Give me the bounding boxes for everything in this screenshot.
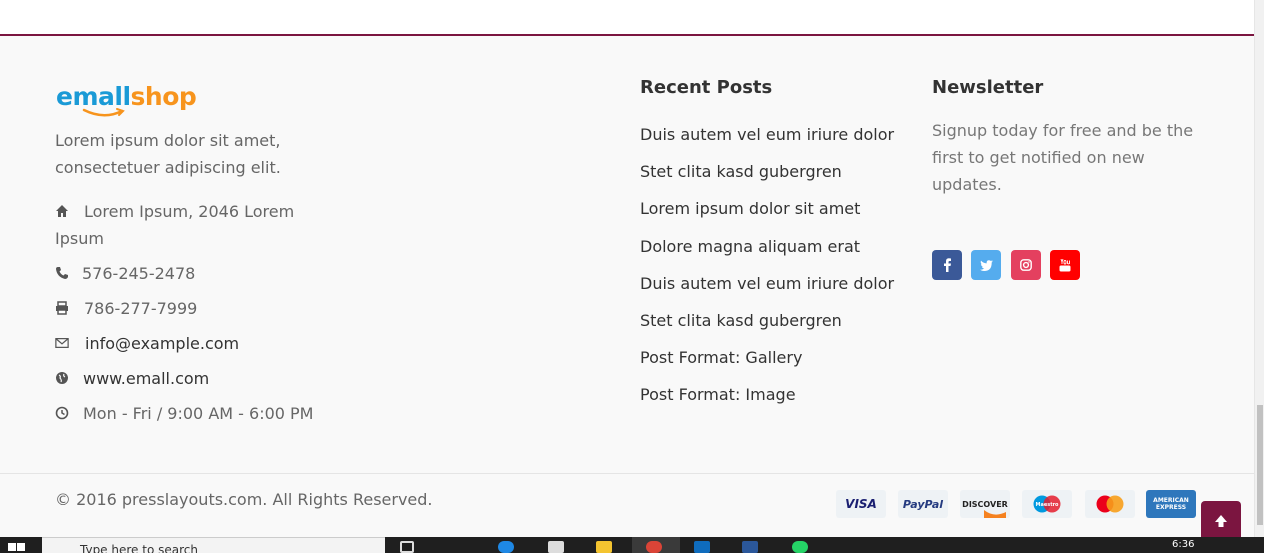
copyright-text: © 2016 presslayouts.com. All Rights Rese… bbox=[55, 490, 433, 509]
instagram-button[interactable] bbox=[1011, 250, 1041, 280]
contact-address-text: Lorem Ipsum, 2046 Lorem Ipsum bbox=[55, 202, 295, 248]
scrollbar-thumb[interactable] bbox=[1257, 405, 1263, 525]
twitter-button[interactable] bbox=[971, 250, 1001, 280]
mastercard-icon bbox=[1085, 490, 1135, 518]
footer-divider bbox=[0, 473, 1254, 474]
svg-text:Maestro: Maestro bbox=[1035, 502, 1059, 508]
twitter-icon bbox=[979, 259, 993, 271]
store-icon[interactable] bbox=[548, 541, 564, 553]
home-icon bbox=[56, 205, 68, 217]
contact-website[interactable]: www.emall.com bbox=[55, 365, 209, 392]
discover-swoosh-icon bbox=[984, 510, 1006, 518]
recent-post-link[interactable]: Post Format: Image bbox=[640, 382, 894, 419]
contact-website-link[interactable]: www.emall.com bbox=[55, 365, 209, 392]
contact-email[interactable]: info@example.com bbox=[55, 330, 239, 357]
amex-icon: AMERICAN EXPRESS bbox=[1146, 490, 1196, 518]
facebook-icon bbox=[944, 258, 951, 272]
contact-fax: 786-277-7999 bbox=[55, 295, 197, 322]
logo-text-part2: shop bbox=[130, 82, 197, 111]
whatsapp-icon[interactable] bbox=[792, 541, 808, 553]
clock-icon bbox=[55, 406, 69, 420]
page-scrollbar[interactable] bbox=[1254, 0, 1264, 537]
recent-post-link[interactable]: Dolore magna aliquam erat bbox=[640, 234, 894, 271]
contact-hours: Mon - Fri / 9:00 AM - 6:00 PM bbox=[55, 400, 313, 427]
contact-hours-text: Mon - Fri / 9:00 AM - 6:00 PM bbox=[83, 404, 314, 423]
taskbar-search-input[interactable]: Type here to search bbox=[42, 537, 385, 553]
maestro-icon: Maestro bbox=[1022, 490, 1072, 518]
recent-post-link[interactable]: Stet clita kasd gubergren bbox=[640, 159, 894, 196]
chrome-icon[interactable] bbox=[646, 541, 662, 553]
recent-post-link[interactable]: Post Format: Gallery bbox=[640, 345, 894, 382]
contact-phone-text: 576-245-2478 bbox=[82, 264, 196, 283]
recent-posts-list: Duis autem vel eum iriure dolor Stet cli… bbox=[640, 122, 894, 420]
recent-post-link[interactable]: Duis autem vel eum iriure dolor bbox=[640, 271, 894, 308]
contact-email-link[interactable]: info@example.com bbox=[55, 330, 239, 357]
recent-posts-title: Recent Posts bbox=[640, 77, 773, 98]
file-explorer-icon[interactable] bbox=[596, 541, 612, 553]
task-view-icon[interactable] bbox=[400, 541, 414, 553]
contact-phone: 576-245-2478 bbox=[55, 260, 195, 287]
os-taskbar: Type here to search 6:36 bbox=[0, 537, 1264, 553]
contact-address: Lorem Ipsum, 2046 Lorem Ipsum bbox=[55, 198, 315, 252]
page-top-area bbox=[0, 0, 1254, 34]
visa-icon: VISA bbox=[836, 490, 886, 518]
contact-fax-text: 786-277-7999 bbox=[84, 299, 198, 318]
back-to-top-button[interactable] bbox=[1201, 501, 1241, 541]
newsletter-title: Newsletter bbox=[932, 77, 1044, 98]
paypal-icon: PayPal bbox=[898, 490, 948, 518]
facebook-button[interactable] bbox=[932, 250, 962, 280]
word-icon[interactable] bbox=[742, 541, 758, 553]
recent-post-link[interactable]: Duis autem vel eum iriure dolor bbox=[640, 122, 894, 159]
phone-icon bbox=[56, 267, 68, 279]
print-icon bbox=[56, 301, 68, 315]
logo-smile-icon bbox=[82, 108, 125, 117]
recent-post-link[interactable]: Lorem ipsum dolor sit amet bbox=[640, 196, 894, 233]
discover-icon: DISCOVER bbox=[960, 490, 1010, 518]
windows-start-icon[interactable] bbox=[8, 543, 26, 553]
youtube-button[interactable] bbox=[1050, 250, 1080, 280]
envelope-icon bbox=[55, 338, 69, 348]
maestro-circles-icon: Maestro bbox=[1033, 495, 1061, 513]
edge-icon[interactable] bbox=[498, 541, 514, 553]
outlook-icon[interactable] bbox=[694, 541, 710, 553]
instagram-icon bbox=[1020, 259, 1032, 271]
mastercard-circles-icon bbox=[1096, 495, 1124, 513]
newsletter-description: Signup today for free and be the first t… bbox=[932, 121, 1194, 194]
youtube-icon bbox=[1059, 258, 1071, 271]
globe-icon bbox=[56, 372, 68, 384]
footer-about-text: Lorem ipsum dolor sit amet, consectetuer… bbox=[55, 131, 281, 177]
taskbar-clock[interactable]: 6:36 bbox=[1172, 539, 1194, 550]
recent-post-link[interactable]: Stet clita kasd gubergren bbox=[640, 308, 894, 345]
arrow-up-icon bbox=[1215, 515, 1227, 527]
